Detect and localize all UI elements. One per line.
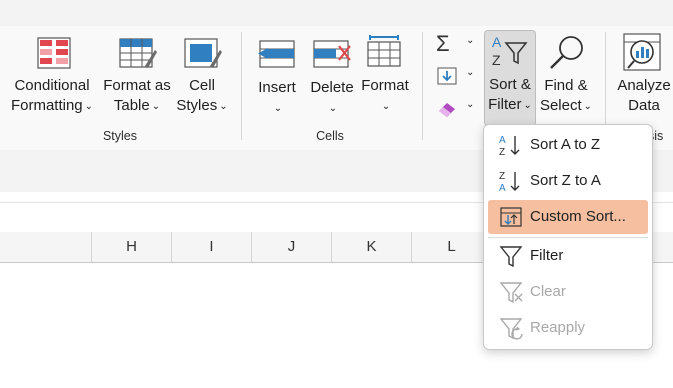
custom-sort-icon — [500, 207, 522, 227]
menu-item-label: Filter — [530, 247, 564, 264]
chevron-down-icon: ⌄ — [273, 103, 283, 114]
delete-label: Delete — [310, 79, 354, 96]
conditional-formatting-label-1: Conditional — [14, 77, 90, 94]
cells-group-label: Cells — [316, 129, 344, 143]
chevron-down-icon: ⌄ — [583, 101, 593, 112]
insert-cells-icon — [258, 40, 295, 68]
sort-filter-icon: A Z — [492, 34, 528, 68]
column-header-h[interactable]: H — [92, 232, 172, 262]
column-header-k[interactable]: K — [332, 232, 412, 262]
column-header-i[interactable]: I — [172, 232, 252, 262]
column-header — [0, 232, 92, 262]
chevron-down-icon: ⌄ — [84, 101, 94, 112]
fill-button[interactable]: ⌄ — [434, 64, 476, 90]
svg-text:A: A — [492, 34, 502, 50]
clear-button[interactable]: ⌄ — [434, 96, 476, 122]
svg-text:A: A — [499, 183, 506, 193]
conditional-formatting-button[interactable]: Conditional Formatting ⌄ — [6, 34, 98, 118]
find-select-button[interactable]: Find & Select ⌄ — [538, 34, 594, 118]
format-label: Format — [361, 77, 409, 94]
chevron-down-icon: ⌄ — [466, 35, 475, 46]
chevron-down-icon: ⌄ — [219, 101, 228, 112]
menu-item-label: Sort A to Z — [530, 136, 601, 153]
menu-item-custom-sort[interactable]: Custom Sort... — [488, 200, 648, 234]
analyze-data-label-1: Analyze — [617, 77, 671, 94]
conditional-formatting-icon — [37, 37, 71, 69]
conditional-formatting-label-2: Formatting — [10, 97, 83, 114]
column-header-j[interactable]: J — [252, 232, 332, 262]
chevron-down-icon: ⌄ — [151, 101, 161, 112]
svg-text:Z: Z — [499, 171, 505, 182]
reapply-filter-icon — [499, 318, 523, 340]
styles-group-label: Styles — [102, 129, 138, 143]
title-strip — [0, 0, 673, 26]
format-as-table-label-1: Format as — [103, 77, 171, 94]
menu-item-reapply[interactable]: Reapply — [488, 311, 648, 345]
menu-item-sort-z-to-a[interactable]: Z A Sort Z to A — [488, 164, 648, 198]
fill-icon — [437, 67, 457, 85]
clear-eraser-icon — [439, 103, 455, 117]
cell-styles-button[interactable]: Cell Styles ⌄ — [174, 34, 230, 118]
chevron-down-icon: ⌄ — [328, 103, 338, 114]
analyze-data-icon — [623, 33, 661, 71]
format-cells-icon — [367, 35, 401, 67]
delete-cells-icon — [313, 40, 351, 68]
format-as-table-icon — [119, 38, 157, 68]
format-as-table-button[interactable]: Format as Table ⌄ — [100, 34, 174, 118]
format-button[interactable]: Format ⌄ — [358, 34, 412, 118]
chevron-down-icon: ⌄ — [466, 67, 475, 78]
sort-a-to-z-icon: A Z — [499, 135, 520, 157]
cell-styles-icon — [184, 38, 222, 68]
find-select-label-2: Select — [539, 97, 582, 114]
cell-styles-label-1: Cell — [189, 77, 215, 94]
sort-filter-label-2: Filter — [488, 96, 522, 113]
svg-text:Z: Z — [499, 147, 505, 157]
search-icon — [550, 36, 583, 69]
chevron-down-icon: ⌄ — [523, 100, 532, 111]
autosum-button[interactable]: Σ ⌄ — [434, 32, 476, 58]
column-header-l[interactable]: L — [412, 232, 492, 262]
find-select-label-1: Find & — [544, 77, 588, 94]
menu-divider — [488, 237, 648, 238]
analyze-data-button[interactable]: Analyze Data — [612, 30, 673, 118]
group-separator — [241, 32, 242, 140]
menu-item-sort-a-to-z[interactable]: A Z Sort A to Z — [488, 128, 648, 162]
format-as-table-label-2: Table — [113, 97, 150, 114]
clear-filter-icon — [499, 282, 523, 304]
chevron-down-icon: ⌄ — [381, 101, 391, 112]
analyze-data-label-2: Data — [628, 97, 660, 114]
insert-button[interactable]: Insert ⌄ — [252, 34, 302, 118]
group-separator — [422, 32, 423, 140]
filter-icon — [499, 246, 523, 268]
menu-item-clear[interactable]: Clear — [488, 275, 648, 309]
sort-z-to-a-icon: Z A — [499, 171, 520, 193]
svg-text:A: A — [499, 135, 506, 146]
autosum-icon: Σ — [436, 31, 450, 56]
chevron-down-icon: ⌄ — [466, 99, 475, 110]
menu-item-label: Clear — [530, 283, 566, 300]
insert-label: Insert — [258, 79, 296, 96]
menu-item-label: Custom Sort... — [530, 208, 626, 225]
sort-filter-button[interactable]: A Z Sort & Filter ⌄ — [484, 30, 536, 126]
sort-filter-menu: A Z Sort A to Z Z A Sort Z to A Custom S… — [483, 124, 653, 350]
menu-item-label: Sort Z to A — [530, 172, 601, 189]
menu-item-label: Reapply — [530, 319, 586, 336]
sort-filter-label-1: Sort & — [489, 76, 531, 93]
svg-text:Z: Z — [492, 52, 501, 68]
cell-styles-label-2: Styles — [176, 97, 218, 114]
menu-item-filter[interactable]: Filter — [488, 239, 648, 273]
delete-button[interactable]: Delete ⌄ — [306, 34, 358, 118]
